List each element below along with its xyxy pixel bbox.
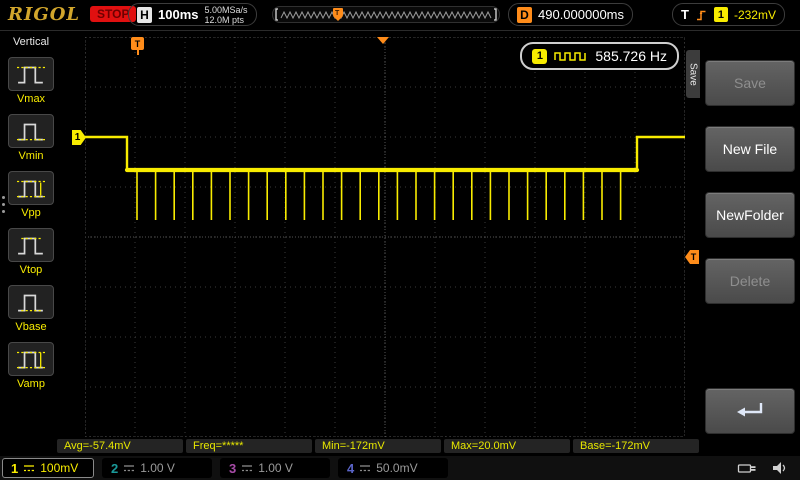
top-status-bar: RIGOL STOP H 100ms 5.00MSa/s 12.0M pts T bbox=[0, 0, 800, 31]
scope-display: T 1 585.726 Hz 1 T bbox=[72, 37, 699, 437]
menu-button-delete[interactable]: Delete bbox=[705, 258, 795, 304]
coupling-dc-icon bbox=[360, 464, 371, 471]
trigger-group: T 1 -232mV bbox=[672, 3, 785, 26]
menu-button-back[interactable] bbox=[705, 388, 795, 434]
sidebar-item-label: Vamp bbox=[17, 378, 45, 390]
channel-status-bar: 1 100mV 2 1.00 V 3 1.00 V 4 50.0mV bbox=[0, 456, 800, 480]
trigger-label: T bbox=[681, 7, 689, 22]
sidebar-item-vtop[interactable]: Vtop bbox=[8, 228, 54, 276]
sidebar-item-label: Vbase bbox=[15, 321, 47, 333]
channel-number: 2 bbox=[111, 460, 119, 476]
sidebar-item-vbase[interactable]: Vbase bbox=[8, 285, 54, 333]
acquisition-info: 5.00MSa/s 12.0M pts bbox=[204, 5, 247, 25]
delay-value: 490.000000ms bbox=[538, 7, 625, 22]
channel-scale: 1.00 V bbox=[140, 461, 175, 475]
trigger-position-flag: T bbox=[131, 37, 144, 55]
sample-rate: 5.00MSa/s bbox=[204, 4, 248, 15]
trigger-source-badge: 1 bbox=[713, 7, 728, 22]
svg-text:T: T bbox=[335, 10, 340, 17]
measurement-max: Max=20.0mV bbox=[444, 439, 570, 453]
frequency-counter: 1 585.726 Hz bbox=[520, 42, 679, 70]
channel-4-status[interactable]: 4 50.0mV bbox=[338, 458, 448, 478]
horizontal-settings-group: H 100ms 5.00MSa/s 12.0M pts bbox=[128, 3, 257, 26]
channel-number: 4 bbox=[347, 460, 355, 476]
measurement-avg: Avg=-57.4mV bbox=[57, 439, 183, 453]
channel-scale: 100mV bbox=[40, 461, 79, 475]
speaker-icon bbox=[773, 462, 786, 474]
soft-menu-panel: Save Save New File NewFolder Delete bbox=[686, 30, 800, 456]
menu-button-save[interactable]: Save bbox=[705, 60, 795, 106]
pulse-train-icon bbox=[554, 52, 587, 61]
return-arrow-icon bbox=[737, 403, 763, 417]
screen-center-marker bbox=[377, 37, 389, 44]
channel-1-position-marker[interactable]: 1 bbox=[72, 130, 86, 145]
oscilloscope-screen: RIGOL STOP H 100ms 5.00MSa/s 12.0M pts T bbox=[0, 0, 800, 480]
sidebar-item-label: Vmax bbox=[16, 93, 46, 105]
sidebar-item-vmin[interactable]: Vmin bbox=[8, 114, 54, 162]
waveform-pulses bbox=[136, 170, 622, 220]
measurement-min: Min=-172mV bbox=[315, 439, 441, 453]
channel-2-status[interactable]: 2 1.00 V bbox=[102, 458, 212, 478]
channel-scale: 1.00 V bbox=[258, 461, 293, 475]
vmax-icon bbox=[8, 57, 54, 91]
waveform-graph bbox=[85, 37, 685, 437]
menu-button-label: Delete bbox=[729, 273, 771, 289]
sidebar-title: Vertical bbox=[12, 36, 50, 48]
trigger-flag-label: T bbox=[134, 38, 141, 49]
coupling-dc-icon bbox=[242, 464, 253, 471]
sidebar-item-label: Vtop bbox=[19, 264, 43, 276]
timebase-value: 100ms bbox=[158, 7, 199, 22]
sidebar-item-label: Vmin bbox=[18, 150, 44, 162]
vamp-icon bbox=[8, 342, 54, 376]
vpp-icon bbox=[8, 171, 54, 205]
counter-frequency-value: 585.726 Hz bbox=[595, 48, 667, 64]
channel-1-status[interactable]: 1 100mV bbox=[2, 458, 94, 478]
channel-3-status[interactable]: 3 1.00 V bbox=[220, 458, 330, 478]
measurement-base: Base=-172mV bbox=[573, 439, 699, 453]
memory-position-graphic: T bbox=[275, 8, 497, 21]
rigol-logo: RIGOL bbox=[8, 4, 81, 25]
sidebar-item-label: Vpp bbox=[21, 207, 41, 219]
memory-trigger-marker: T bbox=[333, 8, 343, 21]
measure-sidebar: Vertical Vmax Vmin Vpp Vtop Vbase Vamp bbox=[0, 31, 62, 439]
channel-number: 1 bbox=[11, 460, 19, 476]
memory-depth: 12.0M pts bbox=[204, 14, 245, 25]
vmin-icon bbox=[8, 114, 54, 148]
trigger-level-value: -232mV bbox=[733, 7, 776, 22]
vbase-icon bbox=[8, 285, 54, 319]
menu-page-indicator bbox=[2, 196, 5, 213]
measurement-freq: Freq=***** bbox=[186, 439, 312, 453]
menu-button-label: Save bbox=[734, 75, 766, 91]
measurement-results-bar: Avg=-57.4mV Freq=***** Min=-172mV Max=20… bbox=[57, 439, 699, 453]
coupling-dc-icon bbox=[124, 464, 135, 471]
trigger-level-marker[interactable]: T bbox=[685, 250, 699, 264]
waveform-high-level bbox=[85, 135, 685, 170]
menu-button-new-file[interactable]: New File bbox=[705, 126, 795, 172]
channel-number: 3 bbox=[229, 460, 237, 476]
coupling-dc-icon bbox=[24, 464, 35, 471]
usb-icon bbox=[737, 463, 756, 473]
rising-edge-icon bbox=[696, 10, 706, 20]
menu-button-label: NewFolder bbox=[716, 207, 784, 223]
delay-label: D bbox=[517, 6, 532, 23]
menu-button-new-folder[interactable]: NewFolder bbox=[705, 192, 795, 238]
system-icons bbox=[737, 461, 788, 475]
sidebar-item-vpp[interactable]: Vpp bbox=[8, 171, 54, 219]
trigger-level-label: T bbox=[690, 252, 697, 262]
menu-tab: Save bbox=[686, 50, 700, 98]
sidebar-item-vamp[interactable]: Vamp bbox=[8, 342, 54, 390]
delay-group: D 490.000000ms bbox=[508, 3, 634, 26]
sidebar-item-vmax[interactable]: Vmax bbox=[8, 57, 54, 105]
vtop-icon bbox=[8, 228, 54, 262]
waveform-position-indicator: T bbox=[272, 6, 500, 23]
menu-button-label: New File bbox=[722, 141, 778, 157]
channel-scale: 50.0mV bbox=[376, 461, 418, 475]
horizontal-label: H bbox=[137, 6, 152, 23]
counter-channel-badge: 1 bbox=[532, 48, 548, 64]
